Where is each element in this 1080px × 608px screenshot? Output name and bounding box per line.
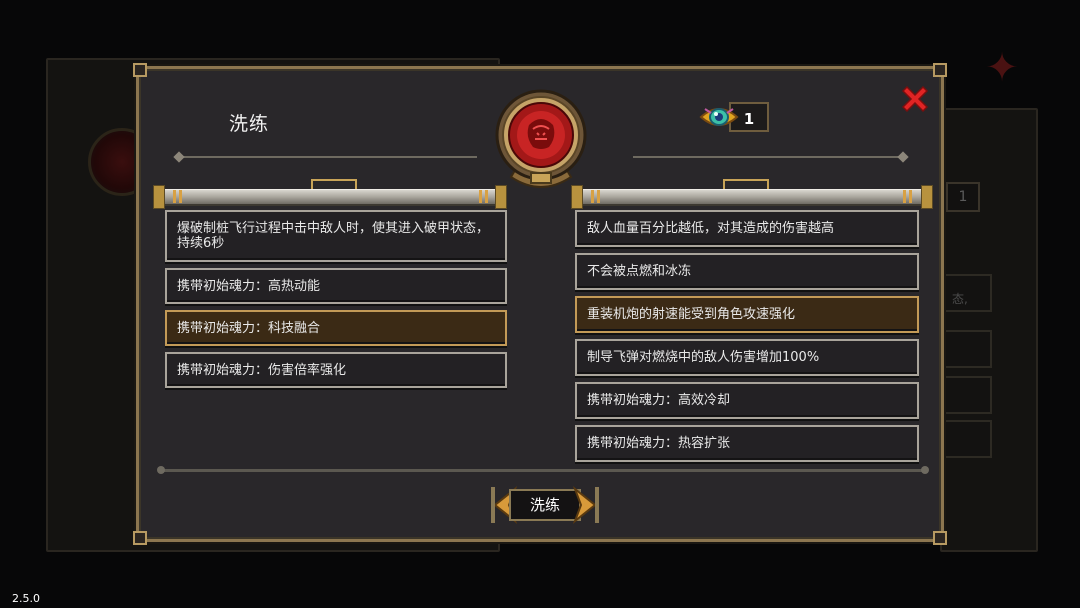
affix-row[interactable]: 携带初始魂力：热容扩张 bbox=[575, 425, 919, 462]
right-scroll-rail bbox=[577, 189, 929, 206]
affix-row[interactable]: 携带初始魂力：高热动能 bbox=[165, 268, 507, 304]
affix-text: 携带初始魂力：高热动能 bbox=[177, 278, 321, 294]
frame-corner bbox=[933, 531, 947, 545]
divider-dot bbox=[897, 151, 909, 163]
affix-text: 携带初始魂力：高效冷却 bbox=[587, 393, 731, 408]
affix-text: 携带初始魂力：热容扩张 bbox=[587, 436, 731, 451]
divider-dot bbox=[173, 151, 185, 163]
rail-stripe bbox=[479, 190, 482, 203]
rail-stripe bbox=[909, 190, 912, 203]
reroll-button-label: 洗练 bbox=[509, 489, 581, 521]
header-divider-left bbox=[181, 156, 477, 158]
background-count: 1 bbox=[946, 182, 980, 212]
rail-clip bbox=[723, 179, 769, 189]
affix-row[interactable]: 不会被点燃和冰冻 bbox=[575, 253, 919, 290]
background-row-text: 态, bbox=[952, 292, 968, 306]
rail-cap bbox=[921, 185, 933, 209]
rail-stripe bbox=[173, 190, 176, 203]
version-label: 2.5.0 bbox=[12, 592, 40, 605]
affix-text: 制导飞弹对燃烧中的敌人伤害增加100% bbox=[587, 350, 820, 365]
frame-corner bbox=[133, 531, 147, 545]
footer-divider bbox=[161, 469, 923, 472]
background-row bbox=[940, 330, 992, 368]
right-arrow-ornament-icon bbox=[573, 486, 599, 524]
rail-stripe bbox=[591, 190, 594, 203]
affix-row[interactable]: 爆破制桩飞行过程中击中敌人时，使其进入破甲状态，持续6秒 bbox=[165, 210, 507, 262]
affix-text: 敌人血量百分比越低，对其造成的伤害越高 bbox=[587, 221, 835, 236]
reroll-button[interactable]: 洗练 bbox=[491, 483, 599, 527]
reroll-dialog: 洗练 1 爆破制桩飞行过程中击中敌人时，使其进入破甲状态，持续6秒 携带初始魂力… bbox=[133, 63, 947, 545]
rail-cap bbox=[495, 185, 507, 209]
eye-crystal-icon bbox=[699, 108, 739, 126]
frame-corner bbox=[933, 63, 947, 77]
affix-row-selected[interactable]: 重装机炮的射速能受到角色攻速强化 bbox=[575, 296, 919, 333]
affix-text: 爆破制桩飞行过程中击中敌人时，使其进入破甲状态，持续6秒 bbox=[177, 221, 490, 251]
current-affix-list: 爆破制桩飞行过程中击中敌人时，使其进入破甲状态，持续6秒 携带初始魂力：高热动能… bbox=[165, 210, 507, 394]
affix-text: 重装机炮的射速能受到角色攻速强化 bbox=[587, 307, 796, 322]
game-screen: ✦ 1 态, 洗练 1 爆破制桩飞行过程中击中敌人时，使其进入破甲状态，持续6秒… bbox=[0, 0, 1080, 608]
close-x-icon[interactable] bbox=[899, 83, 931, 115]
rail-stripe bbox=[179, 190, 182, 203]
new-affix-list: 敌人血量百分比越低，对其造成的伤害越高 不会被点燃和冰冻 重装机炮的射速能受到角… bbox=[575, 210, 919, 468]
divider-end bbox=[921, 466, 929, 474]
rail-cap bbox=[571, 185, 583, 209]
rail-stripe bbox=[903, 190, 906, 203]
affix-row[interactable]: 敌人血量百分比越低，对其造成的伤害越高 bbox=[575, 210, 919, 247]
affix-row-selected[interactable]: 携带初始魂力：科技融合 bbox=[165, 310, 507, 346]
rail-cap bbox=[153, 185, 165, 209]
affix-row[interactable]: 携带初始魂力：高效冷却 bbox=[575, 382, 919, 419]
red-demon-emblem-icon bbox=[495, 89, 587, 188]
header-divider-right bbox=[633, 156, 903, 158]
currency-counter: 1 bbox=[699, 101, 773, 133]
affix-row[interactable]: 携带初始魂力：伤害倍率强化 bbox=[165, 352, 507, 388]
left-scroll-rail bbox=[159, 189, 499, 206]
rail-stripe bbox=[485, 190, 488, 203]
divider-end bbox=[157, 466, 165, 474]
dialog-title: 洗练 bbox=[229, 113, 270, 135]
background-row bbox=[940, 376, 992, 414]
affix-text: 携带初始魂力：伤害倍率强化 bbox=[177, 362, 347, 378]
background-row bbox=[940, 420, 992, 458]
affix-text: 携带初始魂力：科技融合 bbox=[177, 320, 321, 336]
rail-clip bbox=[311, 179, 357, 189]
frame-corner bbox=[133, 63, 147, 77]
pinwheel-icon: ✦ bbox=[985, 45, 1019, 91]
affix-text: 不会被点燃和冰冻 bbox=[587, 264, 692, 279]
rail-stripe bbox=[597, 190, 600, 203]
affix-row[interactable]: 制导飞弹对燃烧中的敌人伤害增加100% bbox=[575, 339, 919, 376]
